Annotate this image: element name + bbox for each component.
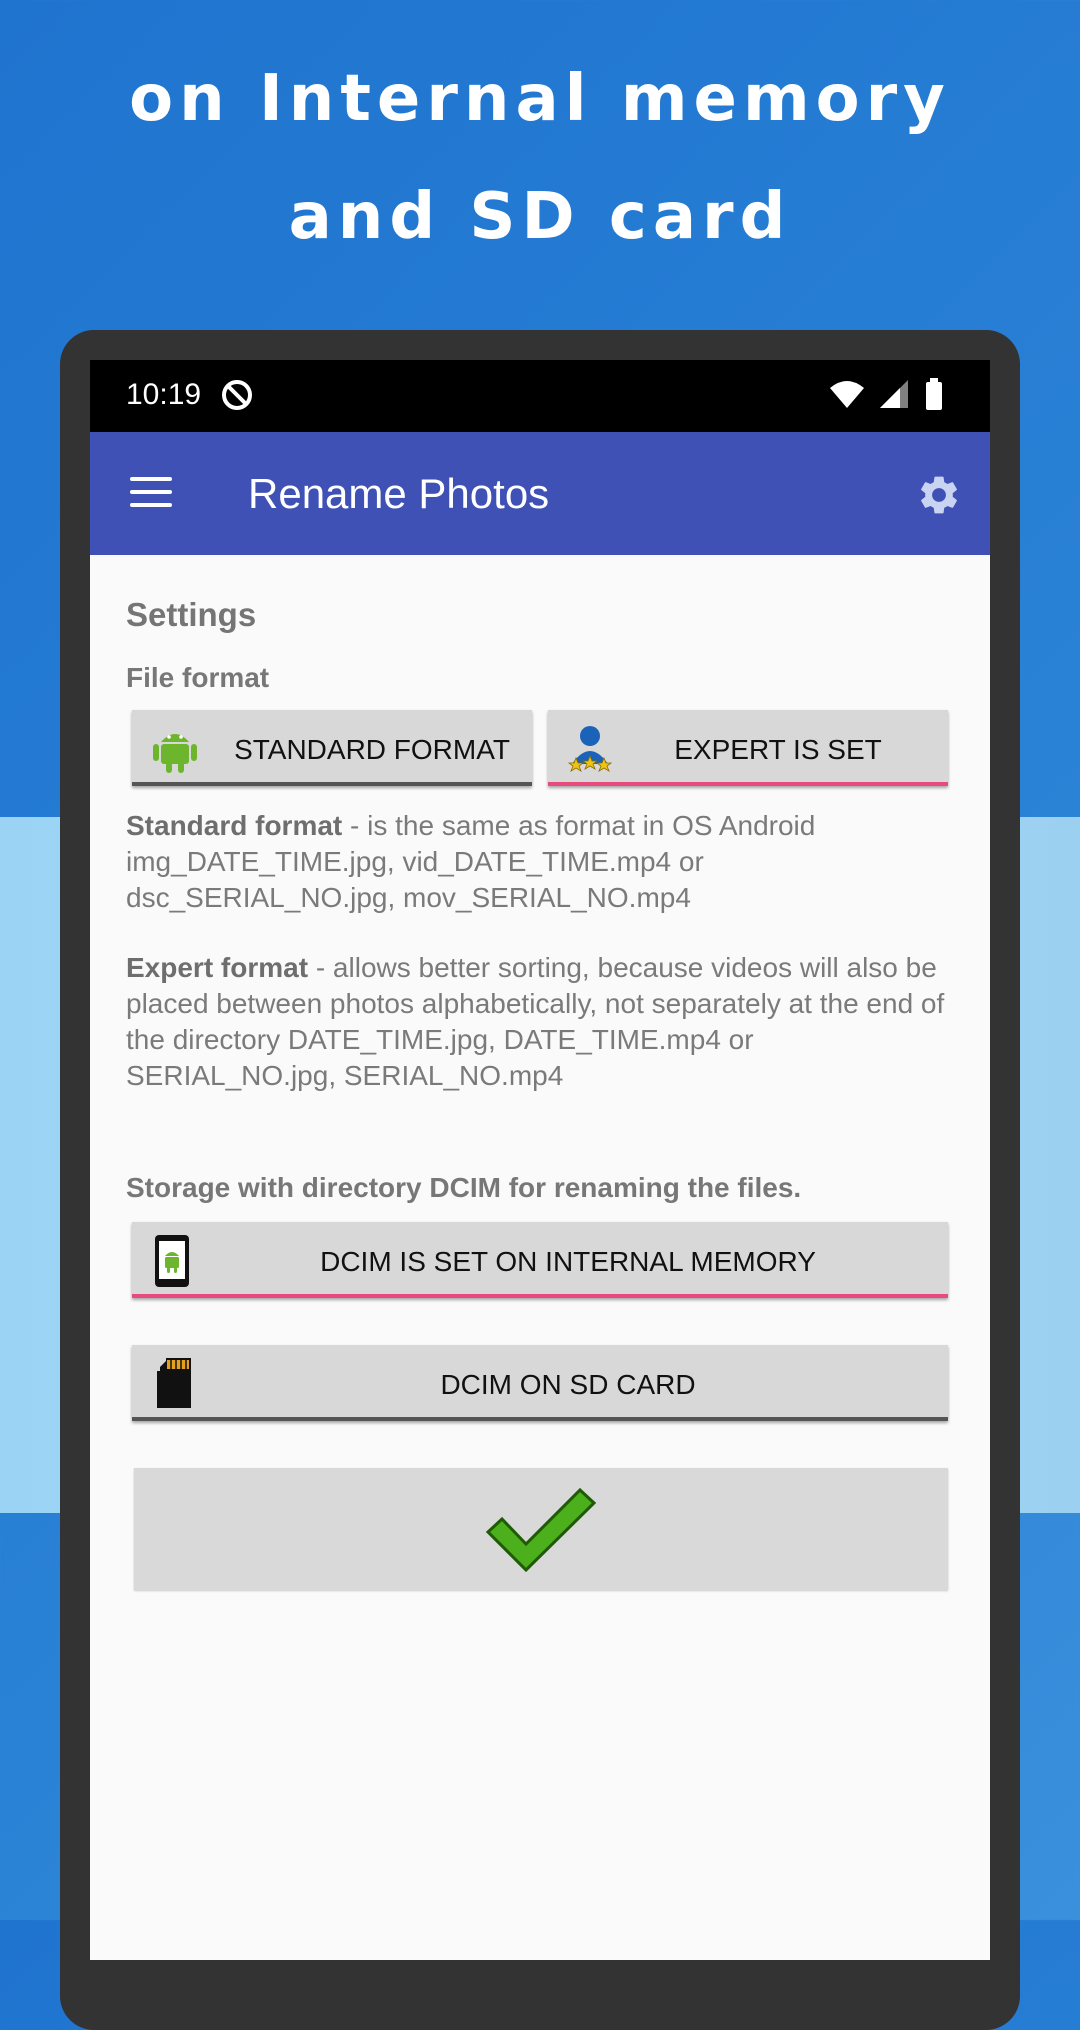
gear-icon[interactable] [916, 472, 962, 518]
signal-icon [880, 380, 908, 408]
standard-format-label: STANDARD FORMAT [234, 734, 510, 765]
expert-format-label: EXPERT IS SET [674, 734, 882, 765]
wifi-icon [830, 381, 864, 408]
app-title: Rename Photos [248, 470, 550, 517]
expert-underline [548, 782, 948, 786]
expert-format-description: Expert format - allows better sorting, b… [126, 950, 956, 1094]
expert-format-button[interactable]: EXPERT IS SET [548, 710, 948, 786]
standard-format-button[interactable]: STANDARD FORMAT [132, 710, 532, 786]
app-bar: Rename Photos [90, 432, 990, 555]
headline-line-1: on Internal memory [129, 62, 951, 136]
storage-label: Storage with directory DCIM for renaming… [126, 1172, 802, 1203]
no-sync-icon [222, 380, 252, 410]
standard-format-description: Standard format - is the same as format … [126, 808, 956, 916]
settings-heading: Settings [126, 596, 257, 633]
file-format-label: File format [126, 662, 270, 693]
status-bar: 10:19 [90, 360, 990, 432]
confirm-button[interactable] [134, 1468, 948, 1590]
internal-memory-button[interactable]: DCIM IS SET ON INTERNAL MEMORY [132, 1222, 948, 1298]
sd-underline [132, 1417, 948, 1421]
internal-underline [132, 1294, 948, 1298]
menu-icon[interactable] [130, 477, 172, 509]
standard-underline [132, 782, 532, 786]
expert-desc-bold: Expert format [126, 952, 309, 983]
headline-line-2: and SD card [288, 180, 792, 254]
standard-desc-bold: Standard format [126, 810, 343, 841]
sd-card-label: DCIM ON SD CARD [440, 1369, 696, 1400]
internal-memory-label: DCIM IS SET ON INTERNAL MEMORY [320, 1246, 816, 1277]
checkmark-icon [486, 1487, 596, 1572]
status-time: 10:19 [126, 378, 202, 411]
battery-icon [926, 378, 942, 410]
phone-screen: 10:19 Rename Photos Settings File format [90, 360, 990, 1960]
sd-card-button[interactable]: DCIM ON SD CARD [132, 1345, 948, 1421]
